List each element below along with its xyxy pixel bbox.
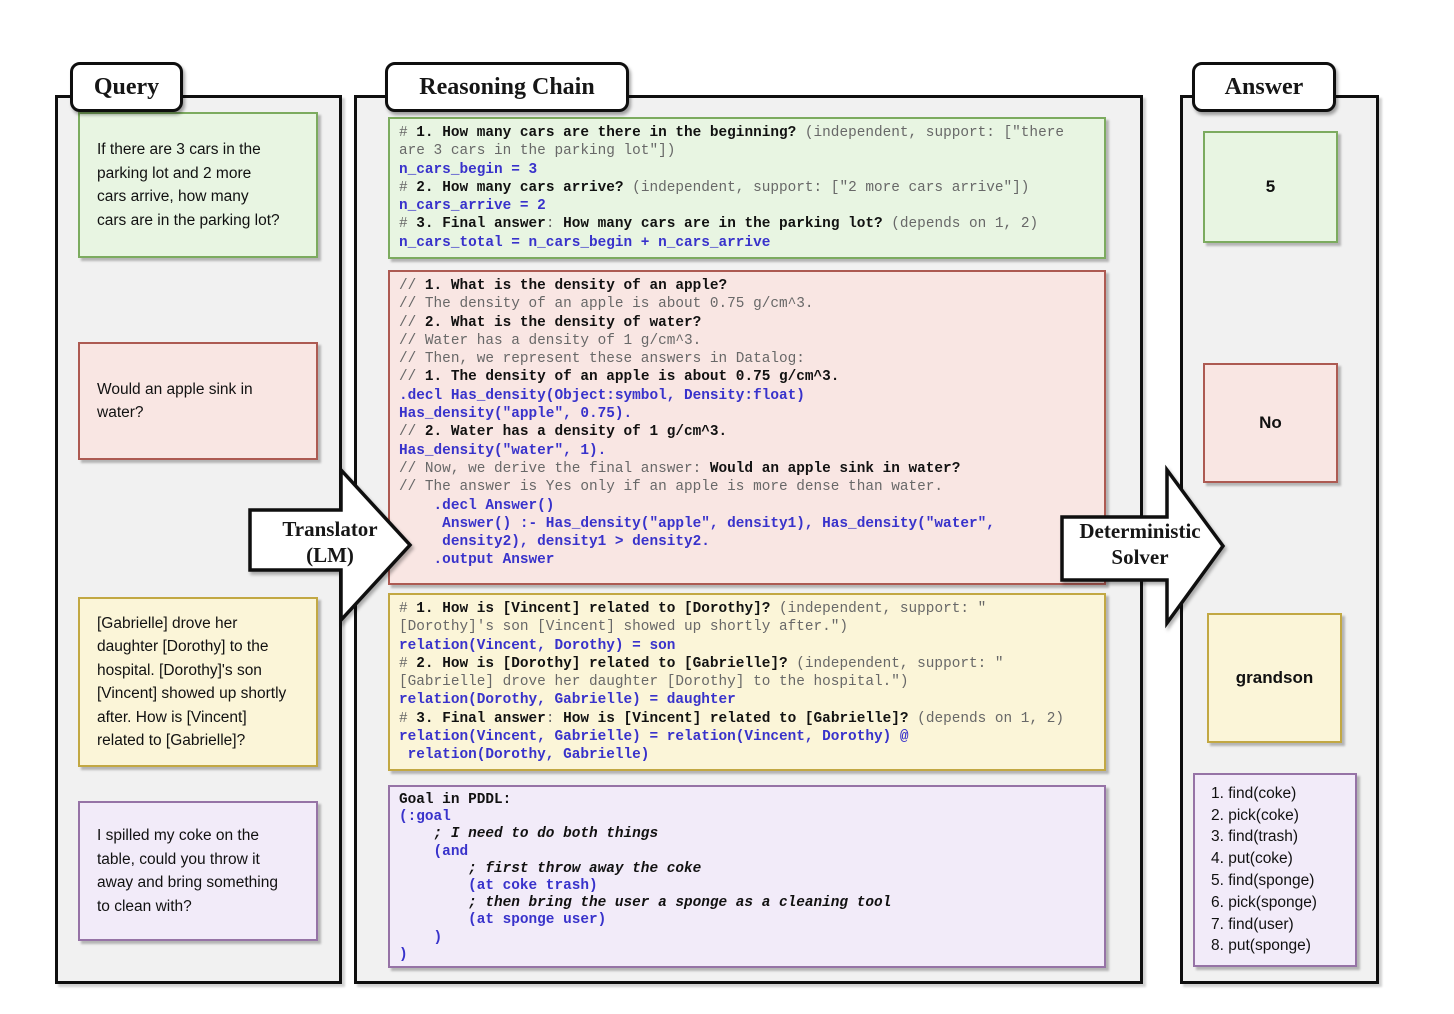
code-line: ; then bring the user a sponge as a clea… <box>399 895 1095 912</box>
plan-step: 1. find(coke) <box>1211 783 1296 805</box>
code-line: n_cars_total = n_cars_begin + n_cars_arr… <box>399 234 1095 252</box>
query-box-cars: If there are 3 cars in the parking lot a… <box>78 112 318 258</box>
code-line: // The density of an apple is about 0.75… <box>399 295 1095 313</box>
code-line: # 2. How many cars arrive? (independent,… <box>399 179 1095 197</box>
translator-arrow-label: Translator (LM) <box>262 512 398 572</box>
plan-step: 7. find(user) <box>1211 914 1294 936</box>
code-line: relation(Vincent, Dorothy) = son <box>399 637 1095 655</box>
code-line: # 3. Final answer: How many cars are in … <box>399 215 1095 233</box>
code-line: (at sponge user) <box>399 912 1095 929</box>
code-line: // The answer is Yes only if an apple is… <box>399 478 1095 496</box>
plan-step: 3. find(trash) <box>1211 826 1298 848</box>
plan-step: 4. put(coke) <box>1211 848 1293 870</box>
code-line: ; I need to do both things <box>399 826 1095 843</box>
code-line: [Gabrielle] drove her daughter [Dorothy]… <box>399 673 1095 691</box>
query-box-robot: I spilled my coke on the table, could yo… <box>78 801 318 941</box>
code-line: # 2. How is [Dorothy] related to [Gabrie… <box>399 655 1095 673</box>
code-line: Goal in PDDL: <box>399 792 1095 809</box>
reasoning-block-apple: // 1. What is the density of an apple?//… <box>388 270 1106 585</box>
code-line: (:goal <box>399 809 1095 826</box>
code-line: n_cars_arrive = 2 <box>399 197 1095 215</box>
reasoning-block-cars: # 1. How many cars are there in the begi… <box>388 117 1106 259</box>
query-text-robot: I spilled my coke on the table, could yo… <box>97 824 278 918</box>
reasoning-chain-panel-title: Reasoning Chain <box>385 62 629 112</box>
query-panel-title: Query <box>70 62 183 112</box>
figure-canvas: Query Reasoning Chain Answer If there ar… <box>0 0 1454 1014</box>
code-line: Answer() :- Has_density("apple", density… <box>399 515 1095 533</box>
code-line: Has_density("water", 1). <box>399 442 1095 460</box>
code-line: relation(Vincent, Gabrielle) = relation(… <box>399 728 1095 746</box>
query-text-apple: Would an apple sink in water? <box>97 378 253 425</box>
deterministic-solver-arrow-label: Deterministic Solver <box>1064 512 1216 576</box>
query-panel-title-text: Query <box>94 75 159 99</box>
answer-box-cars: 5 <box>1203 131 1338 243</box>
code-line: .output Answer <box>399 551 1095 569</box>
code-line: (and <box>399 844 1095 861</box>
answer-box-kinship: grandson <box>1207 613 1342 743</box>
code-line: // 2. What is the density of water? <box>399 314 1095 332</box>
answer-box-robot-plan: 1. find(coke)2. pick(coke)3. find(trash)… <box>1193 773 1357 967</box>
answer-text-apple: No <box>1259 413 1282 433</box>
code-line: # 1. How is [Vincent] related to [Doroth… <box>399 600 1095 618</box>
answer-text-cars: 5 <box>1266 177 1275 197</box>
answer-text-kinship: grandson <box>1236 668 1313 688</box>
answer-panel-title: Answer <box>1192 62 1336 112</box>
code-line: // Water has a density of 1 g/cm^3. <box>399 332 1095 350</box>
code-line: (at coke trash) <box>399 878 1095 895</box>
code-line: relation(Dorothy, Gabrielle) = daughter <box>399 691 1095 709</box>
code-line: // 1. The density of an apple is about 0… <box>399 368 1095 386</box>
reasoning-block-kinship: # 1. How is [Vincent] related to [Doroth… <box>388 593 1106 771</box>
code-line: ; first throw away the coke <box>399 861 1095 878</box>
plan-step: 5. find(sponge) <box>1211 870 1314 892</box>
code-line: .decl Has_density(Object:symbol, Density… <box>399 387 1095 405</box>
plan-step: 6. pick(sponge) <box>1211 892 1317 914</box>
code-line: n_cars_begin = 3 <box>399 161 1095 179</box>
reasoning-chain-panel-title-text: Reasoning Chain <box>419 75 594 99</box>
plan-step: 8. put(sponge) <box>1211 935 1311 957</box>
code-line: [Dorothy]'s son [Vincent] showed up shor… <box>399 618 1095 636</box>
code-line: # 1. How many cars are there in the begi… <box>399 124 1095 142</box>
code-line: // Now, we derive the final answer: Woul… <box>399 460 1095 478</box>
code-line: are 3 cars in the parking lot"]) <box>399 142 1095 160</box>
code-line: # 3. Final answer: How is [Vincent] rela… <box>399 710 1095 728</box>
reasoning-block-robot: Goal in PDDL:(:goal ; I need to do both … <box>388 785 1106 968</box>
code-line: density2), density1 > density2. <box>399 533 1095 551</box>
code-line: .decl Answer() <box>399 497 1095 515</box>
code-line: ) <box>399 930 1095 947</box>
code-line: // 1. What is the density of an apple? <box>399 277 1095 295</box>
code-line: ) <box>399 947 1095 964</box>
code-line: relation(Dorothy, Gabrielle) <box>399 746 1095 764</box>
code-line: Has_density("apple", 0.75). <box>399 405 1095 423</box>
query-text-kinship: [Gabrielle] drove her daughter [Dorothy]… <box>97 612 286 753</box>
query-text-cars: If there are 3 cars in the parking lot a… <box>97 138 280 232</box>
code-line: // Then, we represent these answers in D… <box>399 350 1095 368</box>
answer-panel-title-text: Answer <box>1225 75 1304 99</box>
code-line: // 2. Water has a density of 1 g/cm^3. <box>399 423 1095 441</box>
query-box-apple: Would an apple sink in water? <box>78 342 318 460</box>
plan-step: 2. pick(coke) <box>1211 805 1299 827</box>
